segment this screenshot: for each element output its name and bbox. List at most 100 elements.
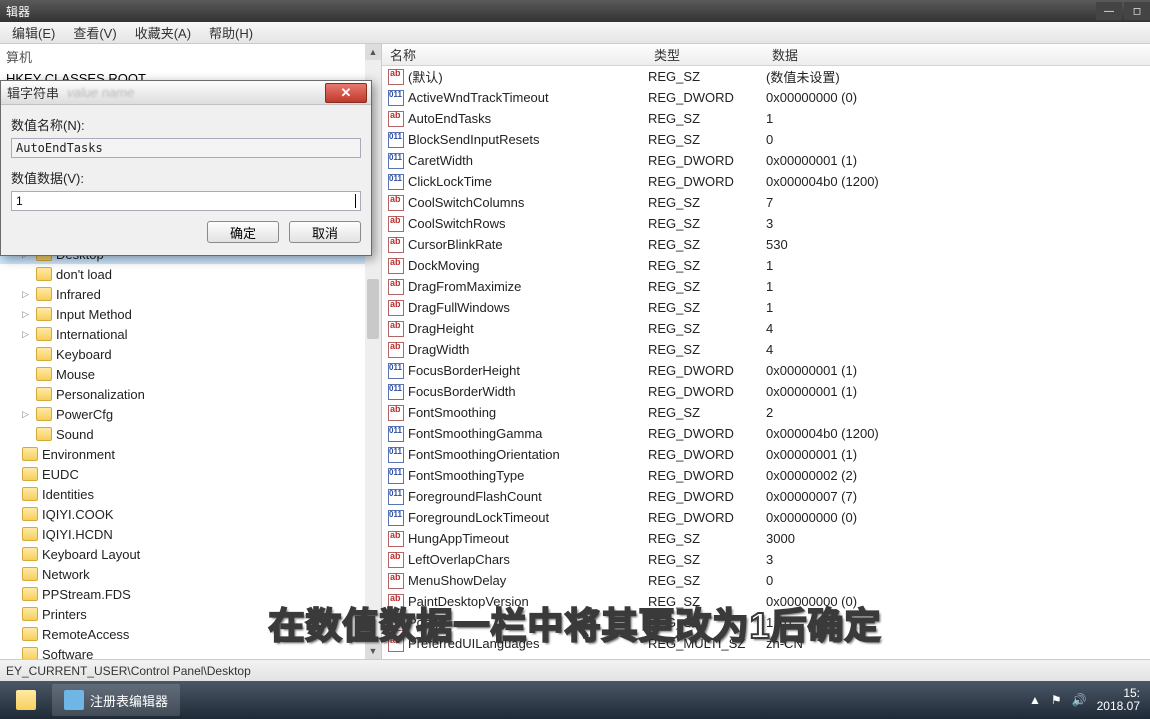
tree-item[interactable]: ▷Infrared (0, 284, 365, 304)
tree-item[interactable]: don't load (0, 264, 365, 284)
taskbar-explorer[interactable] (4, 684, 48, 716)
value-data: 1 (766, 300, 1150, 315)
string-value-icon (388, 216, 404, 232)
dword-value-icon (388, 447, 404, 463)
tree-item[interactable]: IQIYI.COOK (0, 504, 365, 524)
value-type: REG_SZ (648, 405, 766, 420)
value-name: MenuShowDelay (408, 573, 648, 588)
tree-item[interactable]: Mouse (0, 364, 365, 384)
list-row[interactable]: PopgrfREG_SZ1:10 (382, 612, 1150, 633)
expand-icon[interactable]: ▷ (22, 309, 32, 320)
tray-date[interactable]: 2018.07 (1097, 700, 1140, 713)
tray-up-icon[interactable]: ▲ (1029, 693, 1041, 707)
value-type: REG_SZ (648, 615, 766, 630)
value-data: 1:10 (766, 615, 1150, 630)
list-row[interactable]: DragHeightREG_SZ4 (382, 318, 1150, 339)
scroll-down-arrow[interactable]: ▼ (365, 643, 381, 659)
list-row[interactable]: DragWidthREG_SZ4 (382, 339, 1150, 360)
taskbar-regedit[interactable]: 注册表编辑器 (52, 684, 180, 716)
list-row[interactable]: LeftOverlapCharsREG_SZ3 (382, 549, 1150, 570)
expand-icon[interactable]: ▷ (22, 289, 32, 300)
value-name: FontSmoothingGamma (408, 426, 648, 441)
value-type: REG_MULTI_SZ (648, 636, 766, 651)
tree-item-label: don't load (56, 267, 112, 282)
value-type: REG_SZ (648, 552, 766, 567)
taskbar-app-label: 注册表编辑器 (90, 691, 168, 710)
ok-button[interactable]: 确定 (207, 221, 279, 243)
string-value-icon (388, 258, 404, 274)
scroll-up-arrow[interactable]: ▲ (365, 44, 381, 60)
tree-item[interactable]: Sound (0, 424, 365, 444)
list-row[interactable]: CursorBlinkRateREG_SZ530 (382, 234, 1150, 255)
col-type-header[interactable]: 类型 (646, 45, 764, 64)
list-row[interactable]: FocusBorderHeightREG_DWORD0x00000001 (1) (382, 360, 1150, 381)
col-name-header[interactable]: 名称 (382, 45, 646, 64)
tree-item[interactable]: ▷PowerCfg (0, 404, 365, 424)
list-row[interactable]: FocusBorderWidthREG_DWORD0x00000001 (1) (382, 381, 1150, 402)
list-row[interactable]: ForegroundFlashCountREG_DWORD0x00000007 … (382, 486, 1150, 507)
tree-item[interactable]: RemoteAccess (0, 624, 365, 644)
value-data-field[interactable] (11, 191, 361, 211)
list-row[interactable]: DragFromMaximizeREG_SZ1 (382, 276, 1150, 297)
tree-item[interactable]: Keyboard Layout (0, 544, 365, 564)
list-row[interactable]: ForegroundLockTimeoutREG_DWORD0x00000000… (382, 507, 1150, 528)
list-row[interactable]: DragFullWindowsREG_SZ1 (382, 297, 1150, 318)
tree-item[interactable]: EUDC (0, 464, 365, 484)
list-row[interactable]: PreferredUILanguagesREG_MULTI_SZzh-CN (382, 633, 1150, 654)
value-type: REG_DWORD (648, 90, 766, 105)
list-row[interactable]: CoolSwitchColumnsREG_SZ7 (382, 192, 1150, 213)
minimize-button[interactable]: — (1096, 2, 1122, 20)
tray-flag-icon[interactable]: ⚑ (1051, 693, 1062, 707)
value-data: 0 (766, 573, 1150, 588)
list-row[interactable]: CaretWidthREG_DWORD0x00000001 (1) (382, 150, 1150, 171)
list-row[interactable]: FontSmoothingTypeREG_DWORD0x00000002 (2) (382, 465, 1150, 486)
list-row[interactable]: BlockSendInputResetsREG_SZ0 (382, 129, 1150, 150)
list-row[interactable]: FontSmoothingGammaREG_DWORD0x000004b0 (1… (382, 423, 1150, 444)
window-titlebar: 辑器 — ◻ (0, 0, 1150, 22)
tree-item[interactable]: Environment (0, 444, 365, 464)
value-data: 4 (766, 321, 1150, 336)
tree-item[interactable]: ▷ Input Method (0, 304, 365, 324)
maximize-button[interactable]: ◻ (1124, 2, 1150, 20)
tray-volume-icon[interactable]: 🔊 (1072, 693, 1087, 707)
expand-icon[interactable]: ▷ (22, 329, 32, 340)
list-row[interactable]: PaintDesktopVersionREG_SZ0x00000000 (0) (382, 591, 1150, 612)
list-row[interactable]: CoolSwitchRowsREG_SZ3 (382, 213, 1150, 234)
tree-item[interactable]: Identities (0, 484, 365, 504)
list-row[interactable]: HungAppTimeoutREG_SZ3000 (382, 528, 1150, 549)
tree-item[interactable]: Keyboard (0, 344, 365, 364)
tree-item[interactable]: Software (0, 644, 365, 659)
tree-computer-label[interactable]: 算机 (0, 44, 381, 69)
col-data-header[interactable]: 数据 (764, 45, 1150, 64)
tree-item-label: International (56, 327, 128, 342)
tree-item[interactable]: PPStream.FDS (0, 584, 365, 604)
list-row[interactable]: ClickLockTimeREG_DWORD0x000004b0 (1200) (382, 171, 1150, 192)
list-row[interactable]: FontSmoothingOrientationREG_DWORD0x00000… (382, 444, 1150, 465)
list-row[interactable]: DockMovingREG_SZ1 (382, 255, 1150, 276)
tree-item-label: Input Method (56, 307, 132, 322)
menu-help[interactable]: 帮助(H) (201, 21, 261, 44)
expand-icon[interactable]: ▷ (22, 409, 32, 420)
list-row[interactable]: FontSmoothingREG_SZ2 (382, 402, 1150, 423)
list-row[interactable]: (默认)REG_SZ(数值未设置) (382, 66, 1150, 87)
tree-item[interactable]: Printers (0, 604, 365, 624)
menu-edit[interactable]: 编辑(E) (4, 21, 63, 44)
tree-item-label: Personalization (56, 387, 145, 402)
tree-item[interactable]: IQIYI.HCDN (0, 524, 365, 544)
tree-item[interactable]: Personalization (0, 384, 365, 404)
tree-item[interactable]: ▷ International (0, 324, 365, 344)
list-row[interactable]: ActiveWndTrackTimeoutREG_DWORD0x00000000… (382, 87, 1150, 108)
menu-favorites[interactable]: 收藏夹(A) (127, 21, 199, 44)
value-name: ForegroundLockTimeout (408, 510, 648, 525)
list-row[interactable]: AutoEndTasksREG_SZ1 (382, 108, 1150, 129)
dialog-close-button[interactable]: ✕ (325, 83, 367, 103)
value-data: 0x00000001 (1) (766, 153, 1150, 168)
scroll-thumb[interactable] (367, 279, 379, 339)
list-row[interactable]: MenuShowDelayREG_SZ0 (382, 570, 1150, 591)
value-data-input[interactable] (16, 193, 335, 209)
menu-view[interactable]: 查看(V) (65, 21, 124, 44)
dialog-titlebar[interactable]: 辑字符串 value name ✕ (1, 81, 371, 105)
value-data: 0x00000001 (1) (766, 384, 1150, 399)
cancel-button[interactable]: 取消 (289, 221, 361, 243)
tree-item[interactable]: Network (0, 564, 365, 584)
